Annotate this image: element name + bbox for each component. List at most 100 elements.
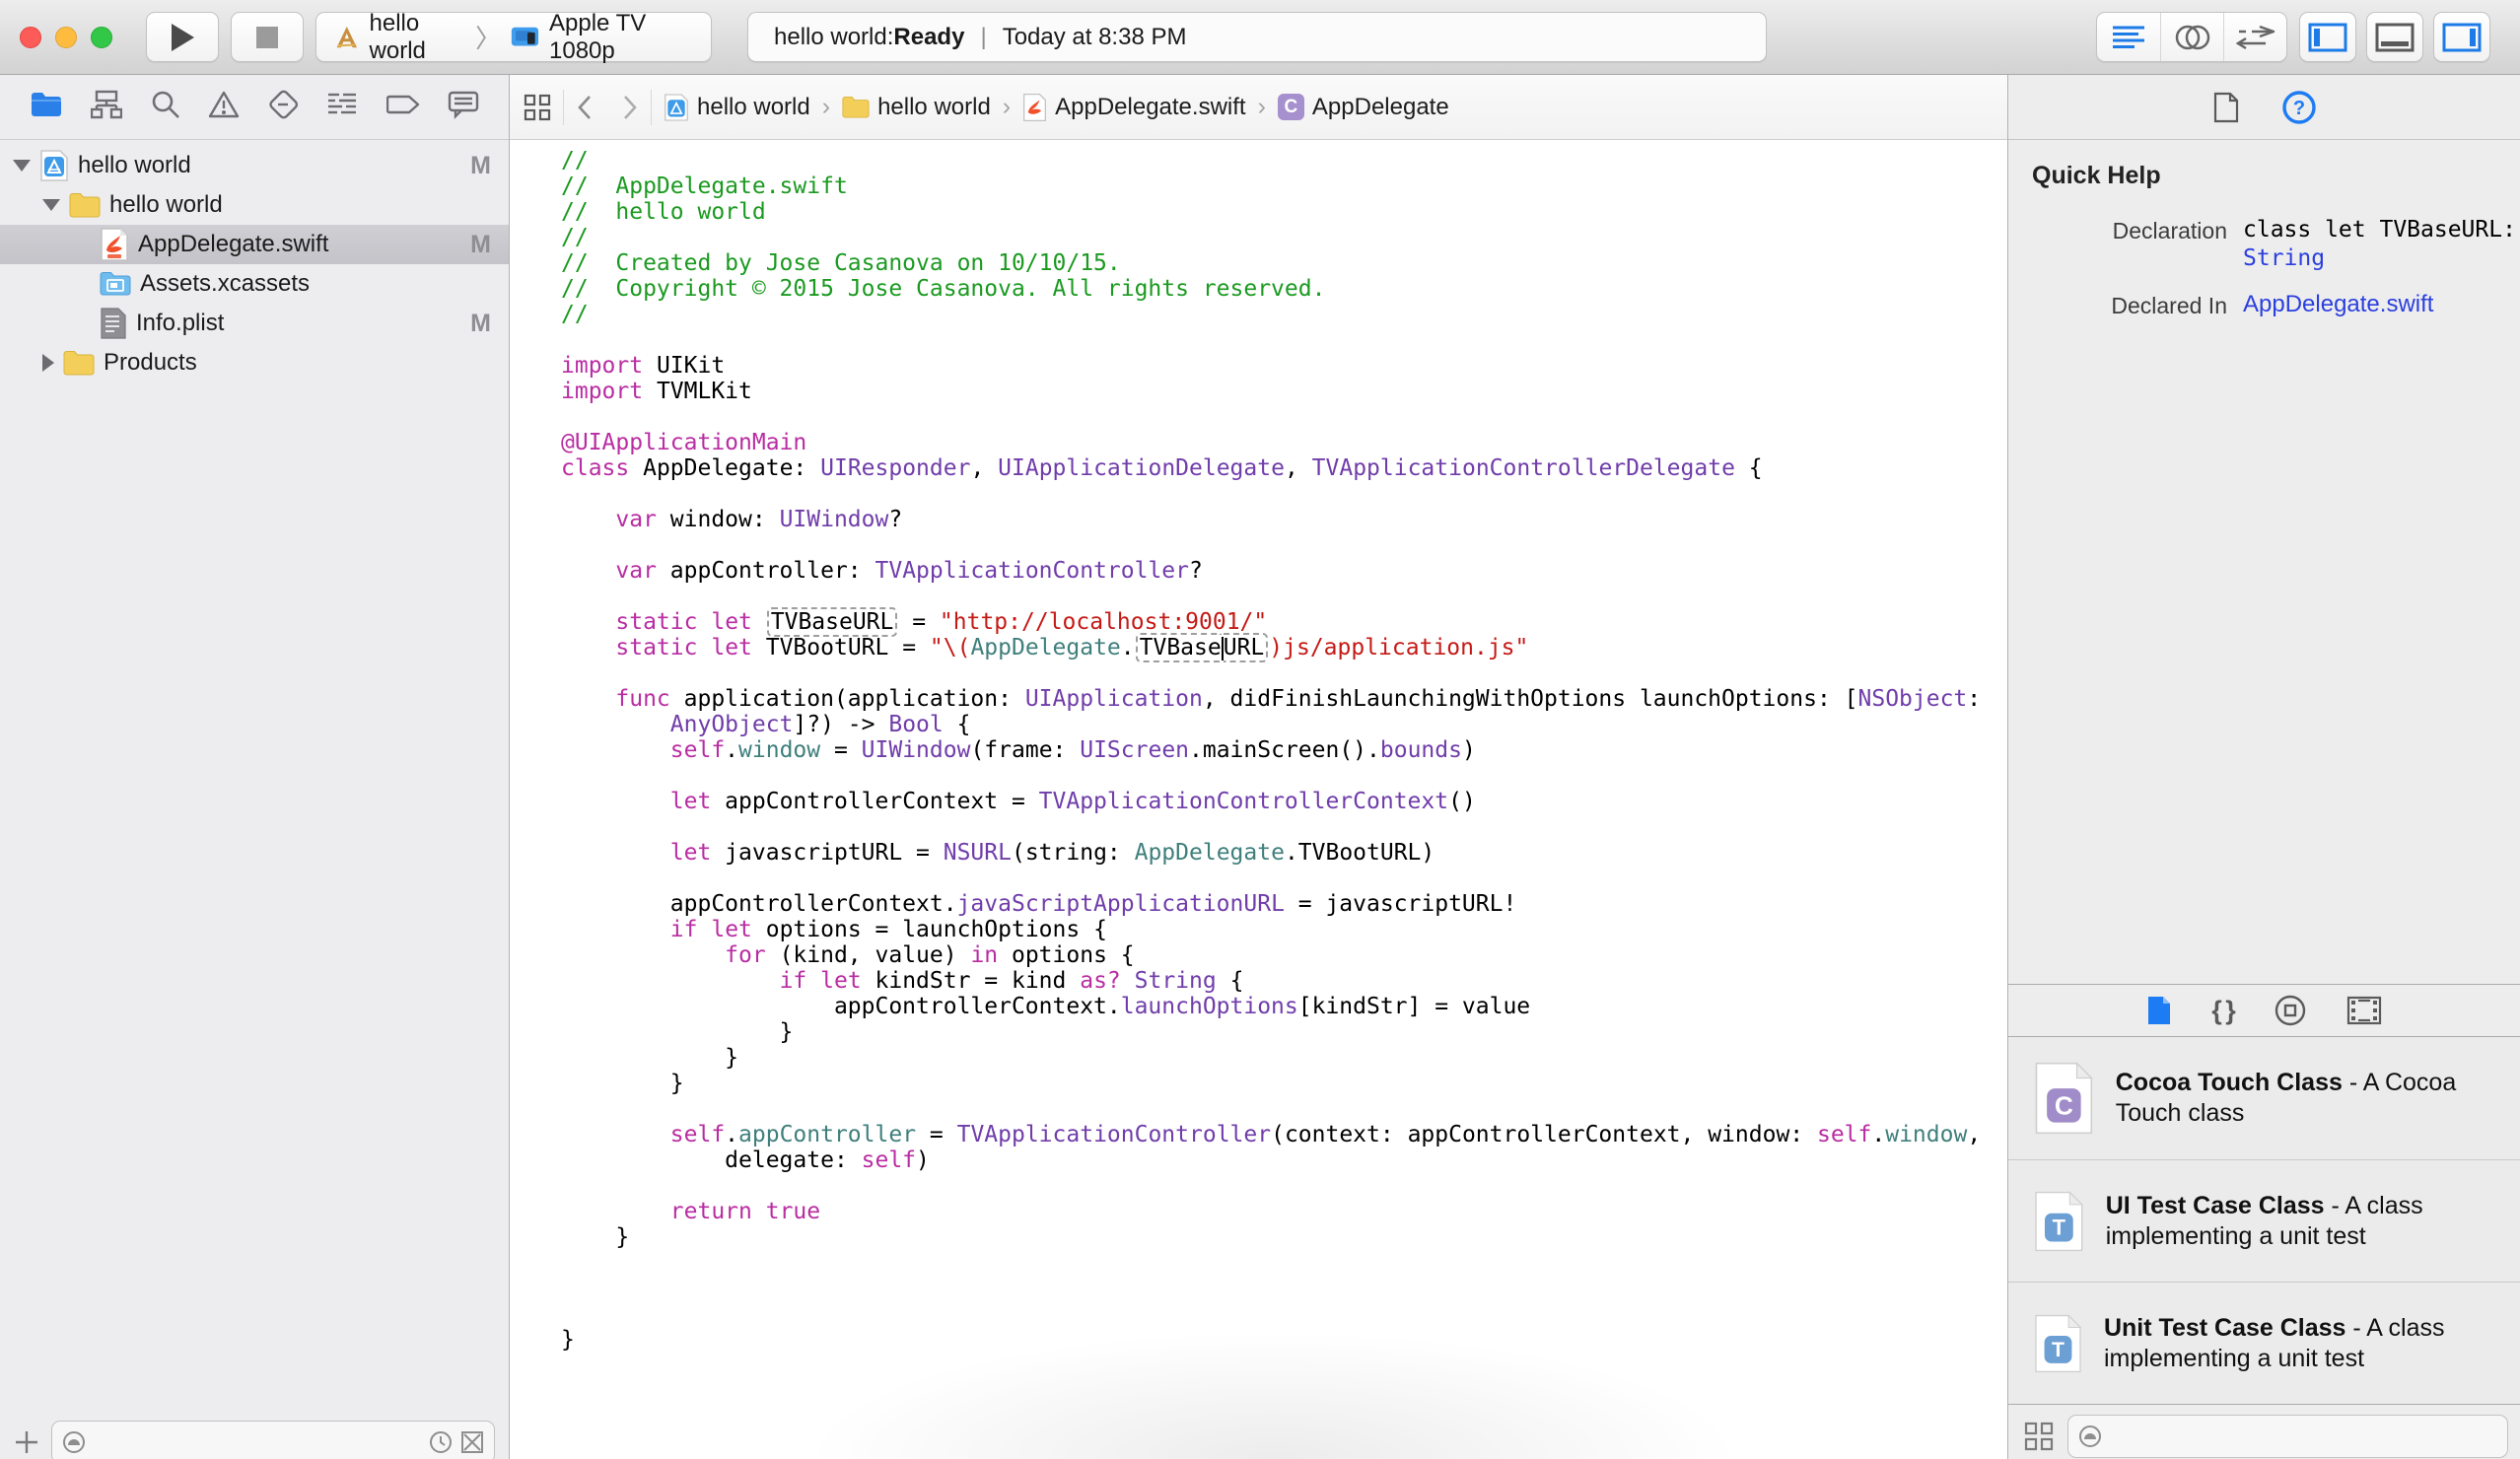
tree-row-products[interactable]: Products (0, 343, 509, 382)
status-time: Today at 8:38 PM (1002, 23, 1187, 50)
breadcrumb-separator: › (1002, 93, 1012, 120)
tab-symbol-navigator[interactable] (91, 90, 123, 124)
code-line: if let kindStr = kind as? String { (779, 968, 1244, 994)
media-library-icon[interactable] (2346, 996, 2382, 1025)
svg-text:T: T (2053, 1215, 2066, 1239)
file-inspector-icon[interactable] (2213, 92, 2239, 123)
status-project: hello world: (774, 23, 894, 50)
code-line: static let TVBaseURL = "http://localhost… (615, 607, 1268, 637)
code-line: import TVMLKit (561, 379, 752, 404)
stop-button[interactable] (231, 12, 304, 62)
breadcrumb-label: hello world (877, 93, 991, 120)
scheme-selector[interactable]: hello world 〉 Apple TV 1080p (315, 10, 712, 64)
tree-row-label: AppDelegate.swift (138, 231, 329, 257)
library-tab-bar: { } (2008, 984, 2520, 1037)
standard-editor-icon (2113, 26, 2144, 48)
debug-gauge-icon (328, 93, 357, 114)
close-window-button[interactable] (20, 27, 41, 48)
editor-mode-group (2096, 12, 2287, 62)
swift-file-icon (100, 227, 129, 262)
toggle-debug-area-button[interactable] (2366, 12, 2423, 62)
run-button[interactable] (146, 12, 219, 62)
code-line: // (561, 148, 589, 174)
tab-project-navigator[interactable] (30, 91, 63, 123)
library-item-cocoa-touch-class[interactable]: C Cocoa Touch Class - A Cocoa Touch clas… (2008, 1037, 2520, 1159)
code-line: appControllerContext.javaScriptApplicati… (561, 891, 1517, 917)
quick-help-inspector-icon[interactable]: ? (2281, 90, 2316, 124)
minimize-window-button[interactable] (55, 27, 77, 48)
library-item-ui-test-case-class[interactable]: T UI Test Case Class - A class implement… (2008, 1159, 2520, 1282)
code-line: // Copyright © 2015 Jose Casanova. All r… (561, 276, 1326, 302)
code-line: var appController: TVApplicationControll… (615, 558, 1203, 584)
breadcrumb-separator: › (821, 93, 831, 120)
back-chevron-icon[interactable] (576, 94, 594, 121)
navigator-filter-field[interactable] (51, 1421, 495, 1459)
file-template-library-icon[interactable] (2146, 995, 2172, 1026)
tab-report-navigator[interactable] (448, 90, 479, 124)
add-button[interactable] (14, 1429, 39, 1455)
tree-row-infoplist[interactable]: Info.plist M (0, 304, 509, 343)
tab-test-navigator[interactable] (267, 90, 299, 124)
disclosure-triangle[interactable] (42, 354, 54, 372)
recent-files-clock-icon[interactable] (429, 1430, 453, 1454)
tree-row-group[interactable]: hello world (0, 185, 509, 225)
library-item-unit-test-case-class[interactable]: T Unit Test Case Class - A class impleme… (2008, 1282, 2520, 1404)
file-template-icon: C (2035, 1062, 2093, 1135)
editor-area: hello world › hello world › AppDelegate.… (510, 75, 2007, 1459)
tab-breakpoint-navigator[interactable] (385, 91, 420, 123)
code-editor[interactable]: //// AppDelegate.swift// hello world////… (510, 140, 2007, 1353)
version-editor-button[interactable] (2223, 13, 2286, 61)
zoom-window-button[interactable] (91, 27, 112, 48)
modified-badge: M (470, 230, 491, 258)
code-line: } (561, 1071, 684, 1096)
folder-icon (69, 192, 101, 218)
breadcrumb-label: AppDelegate.swift (1055, 93, 1246, 120)
code-line: return true (669, 1199, 821, 1224)
breadcrumb-group[interactable]: hello world (842, 94, 991, 121)
toggle-utilities-button[interactable] (2433, 12, 2490, 62)
tab-issue-navigator[interactable] (208, 90, 240, 124)
declaration-label: Declaration (2112, 218, 2227, 243)
tree-row-label: Info.plist (136, 310, 225, 336)
standard-editor-button[interactable] (2097, 13, 2160, 61)
navigator-panel: hello world M hello world AppDelegate.sw… (0, 75, 510, 1459)
library-list: C Cocoa Touch Class - A Cocoa Touch clas… (2008, 1037, 2520, 1404)
svg-text:C: C (2055, 1090, 2073, 1120)
test-diamond-icon (269, 90, 299, 119)
assistant-editor-button[interactable] (2160, 13, 2223, 61)
symbol-hierarchy-icon (91, 90, 123, 119)
disclosure-triangle[interactable] (42, 199, 60, 211)
tab-find-navigator[interactable] (151, 90, 180, 124)
declared-in-link[interactable]: AppDelegate.swift (2243, 291, 2433, 319)
code-line: // (561, 302, 589, 327)
tree-row-label: hello world (78, 152, 191, 178)
object-library-icon[interactable] (2274, 994, 2307, 1027)
breadcrumb-symbol[interactable]: C AppDelegate (1277, 94, 1449, 121)
scm-status-icon[interactable] (460, 1430, 484, 1454)
tab-debug-navigator[interactable] (326, 90, 358, 124)
code-line: @UIApplicationMain (561, 430, 807, 455)
file-template-icon: T (2035, 1313, 2082, 1372)
code-line: for (kind, value) in options { (725, 942, 1135, 968)
tree-row-assets[interactable]: Assets.xcassets (0, 264, 509, 304)
code-line: // (561, 225, 589, 250)
forward-chevron-icon[interactable] (621, 94, 639, 121)
grid-view-icon[interactable] (2024, 1422, 2054, 1451)
related-items-icon[interactable] (524, 94, 551, 121)
tree-row-project[interactable]: hello world M (0, 146, 509, 185)
library-filter-field[interactable] (2067, 1414, 2508, 1458)
activity-viewer: hello world: Ready | Today at 8:38 PM (747, 12, 1767, 62)
breadcrumb-file[interactable]: AppDelegate.swift (1022, 93, 1246, 122)
disclosure-triangle[interactable] (13, 160, 31, 172)
tree-row-appdelegate-selected[interactable]: AppDelegate.swift M (0, 225, 509, 264)
toggle-navigator-button[interactable] (2299, 12, 2356, 62)
svg-text:T: T (2052, 1339, 2065, 1361)
breadcrumb-project[interactable]: hello world (664, 93, 810, 122)
code-snippet-library-icon[interactable]: { } (2211, 996, 2235, 1026)
